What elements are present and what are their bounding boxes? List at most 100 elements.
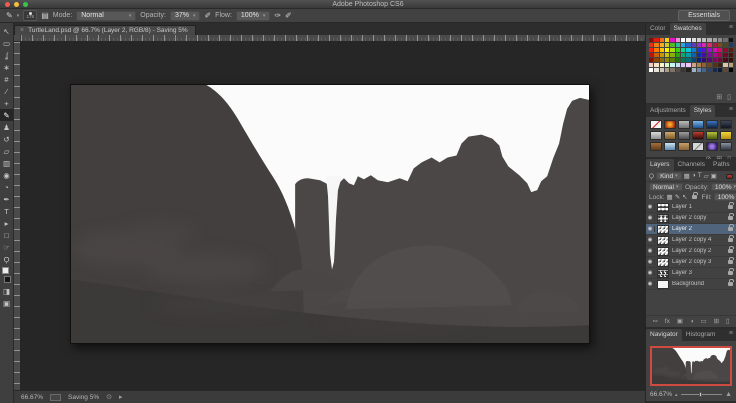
- horizontal-ruler[interactable]: [21, 35, 645, 42]
- layer-thumbnail[interactable]: [657, 268, 669, 278]
- color-swatch[interactable]: [680, 48, 686, 52]
- color-swatch[interactable]: [723, 43, 728, 47]
- color-swatch[interactable]: [664, 48, 670, 52]
- link-layers-icon[interactable]: ∾: [652, 317, 657, 325]
- color-swatch[interactable]: [723, 68, 728, 72]
- color-swatch[interactable]: [696, 43, 702, 47]
- vertical-ruler[interactable]: [14, 42, 21, 390]
- pasteboard[interactable]: [14, 42, 645, 390]
- gradient-tool[interactable]: ▥: [0, 157, 13, 169]
- color-swatch[interactable]: [696, 38, 702, 42]
- color-swatch[interactable]: [696, 58, 702, 62]
- visibility-eye-icon[interactable]: ◉: [646, 281, 655, 287]
- tab-paths[interactable]: Paths: [709, 159, 734, 171]
- color-swatch[interactable]: [670, 58, 675, 62]
- color-swatch[interactable]: [691, 58, 696, 62]
- color-swatch[interactable]: [670, 68, 675, 72]
- color-swatch[interactable]: [696, 48, 702, 52]
- color-swatch[interactable]: [649, 58, 654, 62]
- color-swatch[interactable]: [702, 48, 707, 52]
- color-swatch[interactable]: [680, 43, 686, 47]
- color-swatch[interactable]: [659, 53, 664, 57]
- color-swatch[interactable]: [649, 43, 654, 47]
- new-group-icon[interactable]: ▭: [701, 317, 707, 325]
- navigator-zoom-slider[interactable]: [680, 392, 723, 397]
- color-swatch[interactable]: [649, 68, 654, 72]
- color-swatch[interactable]: [691, 48, 696, 52]
- pen-tool[interactable]: ✒: [0, 193, 13, 205]
- brush-tool-icon[interactable]: ✎: [6, 11, 13, 21]
- adjustment-layer-icon[interactable]: ◑: [690, 318, 694, 325]
- color-swatch[interactable]: [659, 68, 664, 72]
- fill-field[interactable]: 100% ▾: [713, 193, 736, 201]
- filter-smart-object-icon[interactable]: ▣: [711, 172, 717, 180]
- color-swatch[interactable]: [654, 53, 659, 57]
- color-swatch[interactable]: [718, 43, 723, 47]
- color-swatch[interactable]: [675, 53, 680, 57]
- color-swatch[interactable]: [718, 58, 723, 62]
- color-swatch[interactable]: [654, 48, 659, 52]
- quick-selection-tool[interactable]: ∗: [0, 61, 13, 73]
- visibility-eye-icon[interactable]: ◉: [646, 237, 655, 243]
- filter-adjustment-icon[interactable]: ◑: [692, 172, 696, 180]
- zoom-in-icon[interactable]: ▲: [725, 391, 732, 398]
- tool-preset-caret-icon[interactable]: ▾: [17, 13, 20, 19]
- color-swatch[interactable]: [707, 38, 712, 42]
- style-thumb-gray-cross[interactable]: [692, 142, 704, 151]
- color-swatch[interactable]: [659, 48, 664, 52]
- visibility-eye-icon[interactable]: ◉: [646, 248, 655, 254]
- layer-thumbnail[interactable]: [657, 257, 669, 267]
- status-flyout-icon[interactable]: ▸: [119, 393, 123, 401]
- tab-layers[interactable]: Layers: [646, 159, 674, 171]
- color-swatch[interactable]: [675, 43, 680, 47]
- workspace-switcher-button[interactable]: Essentials: [678, 10, 730, 21]
- color-swatch[interactable]: [664, 63, 670, 67]
- color-swatch[interactable]: [680, 38, 686, 42]
- crop-tool[interactable]: #: [0, 73, 13, 85]
- brush-tool[interactable]: ✎: [0, 109, 13, 121]
- color-swatch[interactable]: [649, 48, 654, 52]
- lock-paint-icon[interactable]: ✎: [675, 193, 680, 201]
- color-swatch[interactable]: [712, 58, 718, 62]
- canvas-document[interactable]: [70, 84, 590, 344]
- color-swatch[interactable]: [728, 53, 733, 57]
- style-thumb-blue-gradient[interactable]: [706, 120, 718, 129]
- airbrush-icon[interactable]: ✑: [274, 11, 281, 21]
- opacity-field[interactable]: 37% ▾: [169, 10, 201, 21]
- color-swatch[interactable]: [707, 58, 712, 62]
- tab-navigator[interactable]: Navigator: [646, 329, 682, 341]
- layer-thumbnail[interactable]: [657, 235, 669, 245]
- screen-mode-tool[interactable]: ▣: [0, 297, 13, 309]
- color-swatch[interactable]: [664, 43, 670, 47]
- color-swatch[interactable]: [659, 58, 664, 62]
- pressure-opacity-icon[interactable]: ✐: [204, 11, 211, 21]
- clone-stamp-tool[interactable]: ♟: [0, 121, 13, 133]
- new-swatch-icon[interactable]: ⊞: [716, 93, 722, 101]
- color-swatch[interactable]: [654, 63, 659, 67]
- color-swatch[interactable]: [670, 53, 675, 57]
- color-swatch[interactable]: [670, 63, 675, 67]
- layer-row[interactable]: ◉ Layer 2: [646, 224, 736, 235]
- color-swatch[interactable]: [686, 43, 691, 47]
- color-swatch[interactable]: [654, 38, 659, 42]
- layer-row[interactable]: ◉ Layer 2 copy 4: [646, 235, 736, 246]
- style-thumb-yellow-frame[interactable]: [720, 131, 732, 140]
- color-swatch[interactable]: [728, 68, 733, 72]
- pressure-size-icon[interactable]: ✐: [285, 11, 292, 21]
- color-swatch[interactable]: [664, 53, 670, 57]
- layer-style-icon[interactable]: fx: [665, 318, 670, 325]
- style-thumb-silver[interactable]: [650, 131, 662, 140]
- history-brush-tool[interactable]: ↺: [0, 133, 13, 145]
- delete-layer-icon[interactable]: ▯: [726, 317, 730, 325]
- flow-field[interactable]: 100% ▾: [235, 10, 271, 21]
- zoom-out-icon[interactable]: ▴: [675, 392, 678, 398]
- healing-brush-tool[interactable]: +: [0, 97, 13, 109]
- style-thumb-none[interactable]: [650, 120, 662, 129]
- style-thumb-red-black[interactable]: [692, 131, 704, 140]
- rectangular-marquee-tool[interactable]: ▭: [0, 37, 13, 49]
- color-swatch[interactable]: [723, 63, 728, 67]
- color-swatch[interactable]: [675, 63, 680, 67]
- tab-channels[interactable]: Channels: [674, 159, 709, 171]
- color-swatch[interactable]: [680, 68, 686, 72]
- color-swatch[interactable]: [702, 68, 707, 72]
